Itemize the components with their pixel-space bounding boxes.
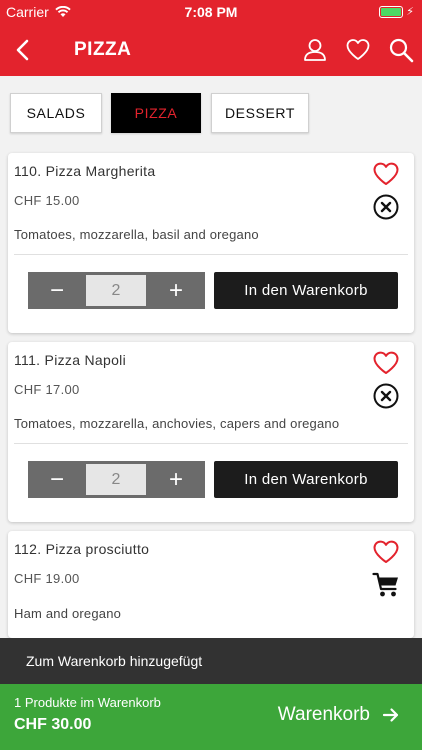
product-name: 110. Pizza Margherita [14,163,156,179]
battery-icon [379,5,404,18]
cart-total: CHF 30.00 [14,716,92,733]
status-bar: Carrier 7:08 PM ⚡ [0,0,422,24]
quantity-stepper: − 2 + [28,461,205,498]
back-arrow-icon[interactable] [10,36,38,64]
view-cart-button[interactable]: Warenkorb [278,704,400,726]
product-description: Tomatoes, mozzarella, basil and oregano [14,227,259,242]
product-price: CHF 17.00 [14,382,80,397]
heart-icon[interactable] [372,161,400,187]
increment-button[interactable]: + [147,461,205,498]
remove-circle-icon[interactable] [372,193,400,221]
charging-icon: ⚡ [406,6,414,18]
heart-icon[interactable] [372,539,400,565]
increment-button[interactable]: + [147,272,205,309]
battery-indicator: ⚡ [379,5,414,18]
favorites-heart-icon[interactable] [345,37,371,63]
add-to-cart-button[interactable]: In den Warenkorb [214,461,398,498]
toast-message: Zum Warenkorb hinzugefügt [0,638,422,684]
cart-summary-bar[interactable]: 1 Produkte im Warenkorb CHF 30.00 Warenk… [0,684,422,750]
nav-bar: PIZZA [0,24,422,76]
product-card: 110. Pizza Margherita CHF 15.00 Tomatoes… [8,153,414,333]
heart-icon[interactable] [372,350,400,376]
quantity-value[interactable]: 2 [86,464,146,495]
product-name: 111. Pizza Napoli [14,352,126,368]
quantity-value[interactable]: 2 [86,275,146,306]
quantity-stepper: − 2 + [28,272,205,309]
divider [14,443,408,444]
product-card: 112. Pizza prosciutto CHF 19.00 Ham and … [8,531,414,638]
user-icon[interactable] [302,37,328,63]
remove-circle-icon[interactable] [372,382,400,410]
cart-count: 1 Produkte im Warenkorb [14,695,161,710]
product-card: 111. Pizza Napoli CHF 17.00 Tomatoes, mo… [8,342,414,522]
shopping-cart-icon[interactable] [372,571,400,599]
divider [14,254,408,255]
decrement-button[interactable]: − [28,272,86,309]
status-time: 7:08 PM [184,4,238,20]
page-title: PIZZA [74,39,132,60]
arrow-right-icon [382,708,399,722]
product-price: CHF 15.00 [14,193,80,208]
add-to-cart-button[interactable]: In den Warenkorb [214,272,398,309]
product-description: Ham and oregano [14,606,122,621]
product-price: CHF 19.00 [14,571,80,586]
product-name: 112. Pizza prosciutto [14,541,150,557]
category-tabs: SALADS PIZZA DESSERT [0,76,422,150]
product-description: Tomatoes, mozzarella, anchovies, capers … [14,416,340,431]
search-icon[interactable] [388,37,414,63]
decrement-button[interactable]: − [28,461,86,498]
tab-salads[interactable]: SALADS [10,93,102,133]
tab-dessert[interactable]: DESSERT [211,93,309,133]
tab-pizza[interactable]: PIZZA [111,93,201,133]
view-cart-label: Warenkorb [277,704,370,725]
